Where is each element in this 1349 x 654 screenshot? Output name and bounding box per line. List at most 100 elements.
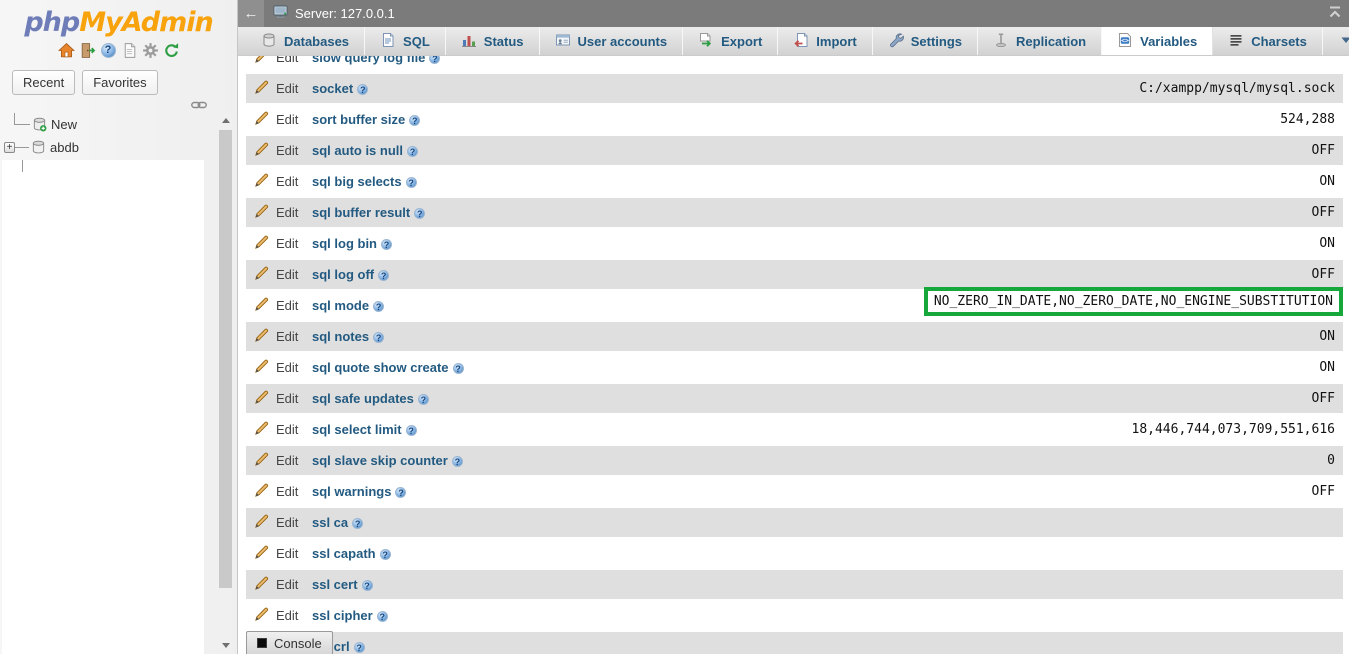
tree-item-new-database[interactable]: New xyxy=(0,113,215,136)
table-row: Edit sql log off ? OFF xyxy=(246,260,1343,289)
variable-help-icon[interactable]: ? xyxy=(362,576,373,594)
edit-button[interactable]: Edit xyxy=(254,513,312,532)
pencil-icon xyxy=(254,606,270,625)
scrollbar-thumb[interactable] xyxy=(219,130,232,588)
docs-icon[interactable] xyxy=(121,42,138,59)
variable-value: ON xyxy=(1319,174,1335,189)
variable-help-icon[interactable]: ? xyxy=(373,297,384,315)
tree-item-database-abdb[interactable]: + abdb xyxy=(0,136,215,159)
table-row: Edit ssl crl ? xyxy=(246,632,1343,654)
variable-help-icon[interactable]: ? xyxy=(407,142,418,160)
tab-charsets[interactable]: Charsets xyxy=(1213,27,1323,55)
edit-button[interactable]: Edit xyxy=(254,296,312,315)
variable-help-icon[interactable]: ? xyxy=(452,452,463,470)
edit-button[interactable]: Edit xyxy=(254,327,312,346)
variable-help-icon[interactable]: ? xyxy=(395,483,406,501)
refresh-icon[interactable] xyxy=(163,42,180,59)
recent-button[interactable]: Recent xyxy=(12,70,75,95)
tab-variables[interactable]: <>Variables xyxy=(1102,27,1213,55)
edit-label: Edit xyxy=(276,577,298,592)
variable-help-icon[interactable]: ? xyxy=(380,545,391,563)
edit-button[interactable]: Edit xyxy=(254,141,312,160)
edit-button[interactable]: Edit xyxy=(254,544,312,563)
tab-user-accounts[interactable]: User accounts xyxy=(540,27,684,55)
edit-button[interactable]: Edit xyxy=(254,420,312,439)
variable-help-icon[interactable]: ? xyxy=(354,638,365,654)
variable-help-icon[interactable]: ? xyxy=(429,56,440,67)
edit-button[interactable]: Edit xyxy=(254,234,312,253)
variable-help-icon[interactable]: ? xyxy=(352,514,363,532)
home-icon[interactable] xyxy=(58,42,75,59)
phpmyadmin-logo[interactable]: phpMyAdmin xyxy=(0,0,237,38)
favorites-button[interactable]: Favorites xyxy=(82,70,157,95)
tab-databases[interactable]: Databases xyxy=(246,27,365,55)
variable-help-icon[interactable]: ? xyxy=(409,111,420,129)
logo-php-text: php xyxy=(24,7,79,38)
edit-label: Edit xyxy=(276,112,298,127)
pencil-icon xyxy=(254,203,270,222)
edit-button[interactable]: Edit xyxy=(254,56,312,67)
pencil-icon xyxy=(254,172,270,191)
edit-button[interactable]: Edit xyxy=(254,110,312,129)
edit-button[interactable]: Edit xyxy=(254,358,312,377)
tab-status[interactable]: Status xyxy=(446,27,540,55)
variable-help-icon[interactable]: ? xyxy=(373,328,384,346)
edit-button[interactable]: Edit xyxy=(254,575,312,594)
scrollbar-down-arrow[interactable] xyxy=(218,638,233,653)
edit-button[interactable]: Edit xyxy=(254,606,312,625)
variable-help-icon[interactable]: ? xyxy=(377,607,388,625)
edit-button[interactable]: Edit xyxy=(254,265,312,284)
tab-more[interactable]: More xyxy=(1323,27,1349,55)
edit-label: Edit xyxy=(276,546,298,561)
variable-value: NO_ZERO_IN_DATE,NO_ZERO_DATE,NO_ENGINE_S… xyxy=(934,294,1333,309)
exit-door-icon[interactable] xyxy=(79,42,96,59)
edit-button[interactable]: Edit xyxy=(254,172,312,191)
tab-replication[interactable]: Replication xyxy=(978,27,1102,55)
edit-label: Edit xyxy=(276,484,298,499)
settings-icon xyxy=(888,32,904,51)
variable-help-icon[interactable]: ? xyxy=(453,359,464,377)
variable-help-icon[interactable]: ? xyxy=(414,204,425,222)
variable-help-icon[interactable]: ? xyxy=(406,421,417,439)
variable-name: ssl cert xyxy=(312,577,358,592)
server-breadcrumb[interactable]: Server: 127.0.0.1 xyxy=(272,4,395,23)
variable-name: ssl ca xyxy=(312,515,348,530)
variable-help-icon[interactable]: ? xyxy=(378,266,389,284)
variable-help-icon[interactable]: ? xyxy=(406,173,417,191)
gear-icon[interactable] xyxy=(142,42,159,59)
variable-name: sql log off xyxy=(312,267,374,282)
edit-button[interactable]: Edit xyxy=(254,203,312,222)
tree-expander-plus[interactable]: + xyxy=(4,142,15,153)
back-arrow-button[interactable]: ← xyxy=(238,0,264,27)
help-icon[interactable]: ? xyxy=(100,42,117,59)
variable-help-icon[interactable]: ? xyxy=(418,390,429,408)
edit-button[interactable]: Edit xyxy=(254,389,312,408)
tab-sql[interactable]: SQL xyxy=(365,27,446,55)
edit-label: Edit xyxy=(276,329,298,344)
server-tab-bar: DatabasesSQLStatusUser accountsExportImp… xyxy=(238,27,1349,56)
variables-table: Edit slow query log file ? Edit socket ?… xyxy=(238,56,1349,654)
pencil-icon xyxy=(254,234,270,253)
navigation-tree: New + abdb xyxy=(0,113,215,159)
variable-name: sql mode xyxy=(312,298,369,313)
pencil-icon xyxy=(254,358,270,377)
variable-help-icon[interactable]: ? xyxy=(381,235,392,253)
scrollbar-up-arrow[interactable] xyxy=(218,113,233,128)
tab-export[interactable]: Export xyxy=(683,27,778,55)
variable-help-icon[interactable]: ? xyxy=(357,80,368,98)
sidebar-scrollbar[interactable] xyxy=(218,113,233,653)
edit-button[interactable]: Edit xyxy=(254,451,312,470)
variable-name: sql slave skip counter xyxy=(312,453,448,468)
edit-button[interactable]: Edit xyxy=(254,482,312,501)
tab-settings[interactable]: Settings xyxy=(873,27,978,55)
import-icon xyxy=(793,32,809,51)
table-row: Edit sql slave skip counter ? 0 xyxy=(246,446,1343,475)
tab-label: Settings xyxy=(911,34,962,49)
tab-import[interactable]: Import xyxy=(778,27,872,55)
edit-label: Edit xyxy=(276,267,298,282)
console-button[interactable]: Console xyxy=(246,631,333,654)
edit-label: Edit xyxy=(276,422,298,437)
collapse-top-icon[interactable] xyxy=(1327,5,1343,25)
export-icon xyxy=(698,32,714,51)
edit-button[interactable]: Edit xyxy=(254,79,312,98)
